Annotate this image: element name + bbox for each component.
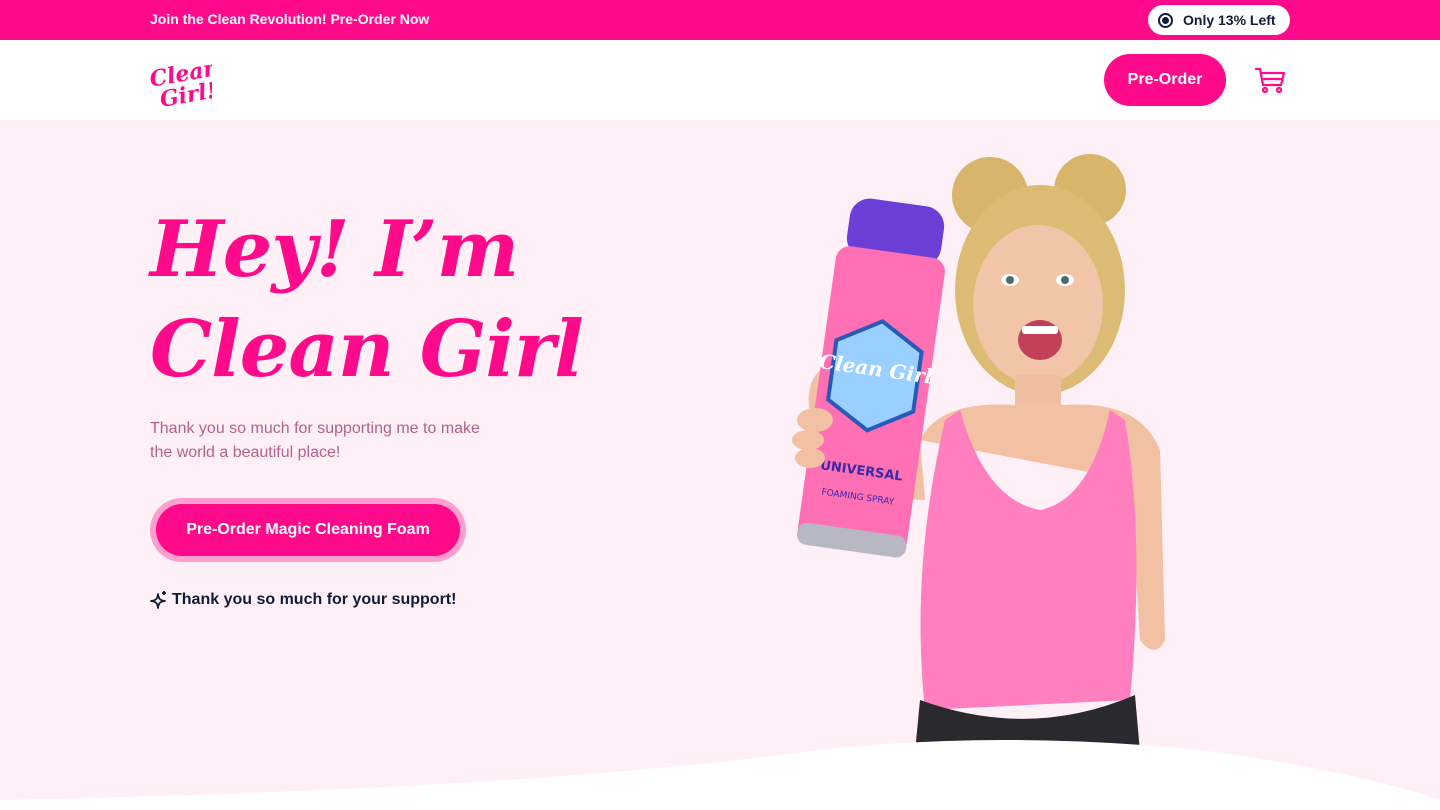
hero-title-line-2: Clean Girl: [150, 304, 584, 395]
cta-button-wrapper: Pre-Order Magic Cleaning Foam: [150, 498, 466, 562]
preorder-cta-button[interactable]: Pre-Order Magic Cleaning Foam: [156, 504, 460, 556]
thanks-line: Thank you so much for your support!: [150, 590, 456, 610]
bottom-wave-divider: [0, 740, 1440, 810]
radio-dot-icon: [1158, 12, 1173, 28]
hero-subtitle: Thank you so much for supporting me to m…: [150, 420, 480, 461]
clean-girl-logo[interactable]: Clean Girl!: [148, 58, 212, 112]
hero-title: Hey! I’m Clean Girl: [150, 200, 584, 400]
announcement-text[interactable]: Join the Clean Revolution! Pre-Order Now: [150, 11, 429, 27]
announcement-bar: Join the Clean Revolution! Pre-Order Now…: [0, 0, 1440, 40]
hero-title-line-1: Hey! I’m: [150, 204, 519, 295]
nav-preorder-button[interactable]: Pre-Order: [1104, 54, 1226, 106]
thanks-text: Thank you so much for your support!: [172, 591, 457, 608]
hero-model-image: Clean Girl UNIVERSAL FOAMING SPRAY: [792, 154, 1165, 752]
sparkle-icon: [150, 591, 166, 609]
cart-icon[interactable]: [1254, 66, 1286, 94]
stock-label: Only 13% Left: [1183, 12, 1276, 28]
navbar: Clean Girl! Pre-Order: [0, 40, 1440, 120]
stock-badge: Only 13% Left: [1148, 5, 1290, 35]
